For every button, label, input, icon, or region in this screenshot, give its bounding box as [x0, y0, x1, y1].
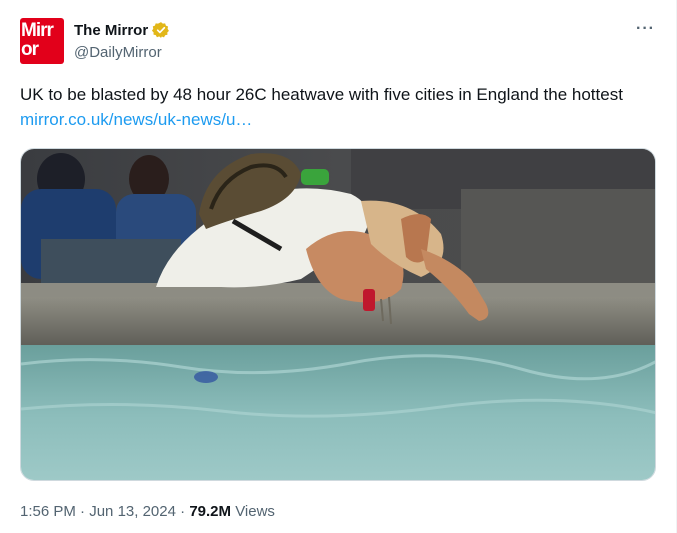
- tweet-link[interactable]: mirror.co.uk/news/uk-news/u…: [20, 110, 252, 129]
- tweet[interactable]: Mirr or The Mirror @DailyMirror ··· UK t…: [0, 0, 677, 533]
- tweet-time[interactable]: 1:56 PM: [20, 503, 76, 520]
- display-name[interactable]: The Mirror: [74, 22, 148, 39]
- tweet-photo[interactable]: [20, 148, 656, 481]
- avatar-logo-line-2: or: [21, 39, 39, 60]
- avatar[interactable]: Mirr or: [20, 18, 64, 64]
- more-icon[interactable]: ···: [636, 20, 655, 38]
- heatwave-photo-image: [21, 149, 655, 480]
- meta-separator: ·: [180, 503, 186, 520]
- tweet-date[interactable]: Jun 13, 2024: [89, 503, 176, 520]
- views-label: Views: [235, 503, 275, 520]
- avatar-logo-line-1: Mirr: [21, 20, 54, 41]
- gold-verified-icon[interactable]: [152, 21, 170, 39]
- handle[interactable]: @DailyMirror: [74, 44, 162, 61]
- views-count: 79.2M: [189, 503, 232, 520]
- name-row: The Mirror: [74, 20, 170, 40]
- tweet-text: UK to be blasted by 48 hour 26C heatwave…: [20, 82, 660, 132]
- tweet-meta: 1:56 PM · Jun 13, 2024 · 79.2M Views: [20, 503, 275, 520]
- tweet-body: UK to be blasted by 48 hour 26C heatwave…: [20, 85, 623, 104]
- meta-separator: ·: [80, 503, 86, 520]
